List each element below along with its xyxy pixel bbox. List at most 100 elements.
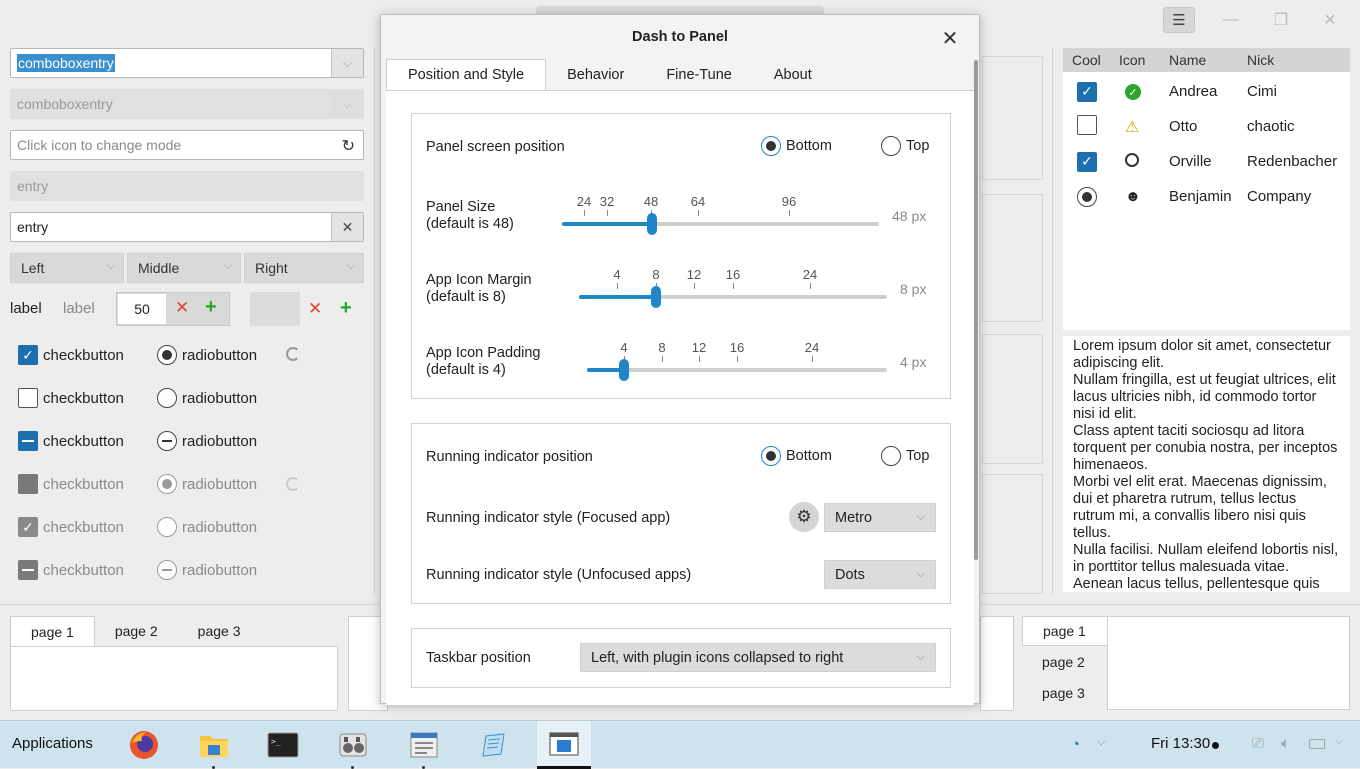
files-icon[interactable] [197,728,231,762]
tree-row[interactable]: ☻ Benjamin Company [1063,179,1350,214]
segment-right[interactable]: Right ⌵ [244,253,364,283]
panel-size-slider[interactable] [562,213,879,235]
column-icon[interactable]: Icon [1111,52,1159,68]
checkbox-checked-icon[interactable]: ✓ [18,345,38,365]
taskbar-position-dropdown[interactable]: Left, with plugin icons collapsed to rig… [580,643,936,672]
slider-handle[interactable] [647,213,657,235]
icon-margin-slider[interactable] [579,286,887,308]
checkbutton-unchecked[interactable]: checkbutton [18,388,124,408]
icon-padding-slider[interactable] [587,359,887,381]
scrollbar[interactable] [974,60,978,560]
firefox-icon[interactable] [127,728,161,762]
text-view[interactable]: Lorem ipsum dolor sit amet, consectetur … [1063,336,1350,592]
text-editor-icon[interactable] [407,728,441,762]
hamburger-menu-button[interactable]: ☰ [1163,7,1195,33]
radio-unchecked-icon[interactable] [881,446,901,466]
battery-icon[interactable] [1309,739,1325,749]
checkbox-unchecked-icon[interactable] [18,388,38,408]
tab-about[interactable]: About [753,59,833,90]
tab-page-1[interactable]: page 1 [10,616,95,646]
segment-middle[interactable]: Middle ⌵ [127,253,241,283]
indicator-focused-dropdown[interactable]: Metro ⌵ [824,503,936,532]
tick-label: 24 [576,194,592,209]
column-cool[interactable]: Cool [1063,52,1111,68]
indicator-position-bottom-radio[interactable]: Bottom [761,446,832,466]
maximize-button[interactable]: ❐ [1266,8,1296,32]
segment-left[interactable]: Left ⌵ [10,253,124,283]
applications-menu[interactable]: Applications [12,735,93,752]
radio-label: Bottom [786,138,832,154]
indicator-unfocused-dropdown[interactable]: Dots ⌵ [824,560,936,589]
radio-checked-icon[interactable] [761,136,781,156]
panel-position-bottom-radio[interactable]: Bottom [761,136,832,156]
checkbox-checked-icon[interactable]: ✓ [1077,81,1097,102]
clock[interactable]: Fri 13:30 [1151,735,1210,752]
updates-icon[interactable]: ◔ [1071,736,1080,753]
refresh-icon[interactable]: ↻ [342,136,355,156]
spin-button[interactable]: 50 ✕ + [116,292,230,326]
close-window-button[interactable]: ✕ [1315,8,1345,32]
slider-handle[interactable] [619,359,629,381]
text-view-content[interactable]: Lorem ipsum dolor sit amet, consectetur … [1073,338,1340,592]
chevron-down-icon: ⌵ [223,260,232,272]
mode-entry[interactable]: Click icon to change mode ↻ [10,130,364,160]
tab-behavior[interactable]: Behavior [546,59,645,90]
icon-margin-label: App Icon Margin [426,272,532,288]
tree-row[interactable]: ⚠ Otto chaotic [1063,109,1350,144]
close-icon[interactable]: ✕ [939,27,961,50]
checkbox-disabled-mixed-icon [18,560,38,580]
radiobutton-unchecked[interactable]: radiobutton [157,388,257,408]
column-name[interactable]: Name [1159,52,1237,68]
radio-mixed-icon[interactable] [157,431,177,451]
tab-fine-tune[interactable]: Fine-Tune [645,59,753,90]
spinner-icon [286,477,300,491]
settings-icon[interactable] [336,728,370,762]
tree-row[interactable]: ✓ Orville Redenbacher [1063,144,1350,179]
minimize-button[interactable]: — [1216,8,1246,32]
notes-icon[interactable] [476,728,510,762]
radio-checked-icon[interactable] [157,345,177,365]
checkbutton-checked[interactable]: ✓ checkbutton [18,345,124,365]
volume-icon[interactable]: 🔈︎ [1281,735,1290,752]
decrement-icon[interactable]: ✕ [175,298,189,318]
spin-value[interactable]: 50 [118,294,166,324]
tab-page-3[interactable]: page 3 [1022,678,1108,708]
tab-page-2[interactable]: page 2 [1022,647,1108,677]
active-window-button[interactable] [537,721,591,769]
active-window-icon [547,729,581,759]
entry-with-clear[interactable]: entry ✕ [10,212,364,242]
chevron-down-icon[interactable]: ⌵ [1335,735,1343,748]
slider-handle[interactable] [651,286,661,308]
network-icon[interactable]: ⎚ [1252,735,1264,752]
terminal-icon[interactable]: >_ [266,728,300,762]
column-nick[interactable]: Nick [1237,52,1274,68]
chevron-down-icon[interactable]: ⌵ [331,49,363,77]
checkbox-mixed-icon[interactable] [18,431,38,451]
tree-row[interactable]: ✓ ✓ Andrea Cimi [1063,74,1350,109]
radio-unchecked-icon[interactable] [881,136,901,156]
clear-icon[interactable]: ✕ [331,213,363,241]
indicator-position-top-radio[interactable]: Top [881,446,929,466]
combobox-entry[interactable]: comboboxentry ⌵ [10,48,364,78]
tab-page-1[interactable]: page 1 [1022,616,1108,646]
radio-unchecked-icon[interactable] [157,388,177,408]
checkbox-unchecked-icon[interactable] [1077,114,1097,135]
chevron-down-icon[interactable]: ⌵ [1097,736,1105,749]
panel-position-top-radio[interactable]: Top [881,136,929,156]
increment-icon[interactable]: + [205,296,217,319]
radiobutton-inconsistent[interactable]: radiobutton [157,431,257,451]
checkbutton-label: checkbutton [43,518,124,536]
radio-checked-icon[interactable] [761,446,781,466]
tab-page-3[interactable]: page 3 [178,616,261,646]
tick-label: 24 [804,340,820,355]
tab-position-and-style[interactable]: Position and Style [386,59,547,90]
radio-checked-icon[interactable] [1077,186,1097,207]
checkbox-checked-icon[interactable]: ✓ [1077,151,1097,172]
gear-icon[interactable]: ⚙ [789,502,819,532]
radiobutton-checked[interactable]: radiobutton [157,345,257,365]
taskbar-settings-frame: Taskbar position Left, with plugin icons… [411,628,951,688]
checkbox-disabled-icon [18,474,38,494]
chevron-down-icon: ⌵ [916,511,925,523]
checkbutton-inconsistent[interactable]: checkbutton [18,431,124,451]
tab-page-2[interactable]: page 2 [95,616,178,646]
